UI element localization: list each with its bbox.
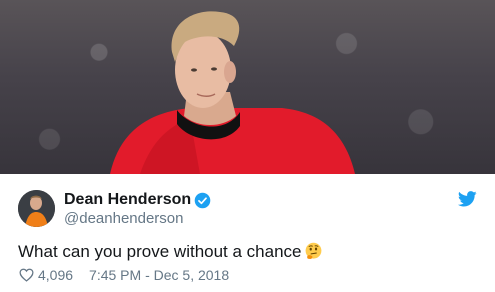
like-count: 4,096 [38, 267, 74, 283]
tweet-meta: 4,096 7:45 PM - Dec 5, 2018 [19, 267, 229, 283]
heart-icon[interactable] [19, 268, 34, 282]
tweet-text-content: What can you prove without a chance [18, 242, 302, 261]
handle[interactable]: @deanhenderson [64, 210, 184, 227]
timestamp[interactable]: 7:45 PM - Dec 5, 2018 [89, 267, 229, 283]
tweet-text: What can you prove without a chance [18, 242, 323, 262]
twitter-bird-icon[interactable] [458, 191, 477, 207]
thinking-face-icon [305, 242, 321, 259]
player-photo-illustration [110, 11, 355, 174]
verified-badge-icon [194, 192, 211, 209]
display-name[interactable]: Dean Henderson [64, 191, 191, 209]
header-photo [0, 0, 495, 174]
avatar[interactable] [18, 190, 55, 227]
tweet-screenshot: Dean Henderson @deanhenderson What can y… [0, 0, 495, 292]
